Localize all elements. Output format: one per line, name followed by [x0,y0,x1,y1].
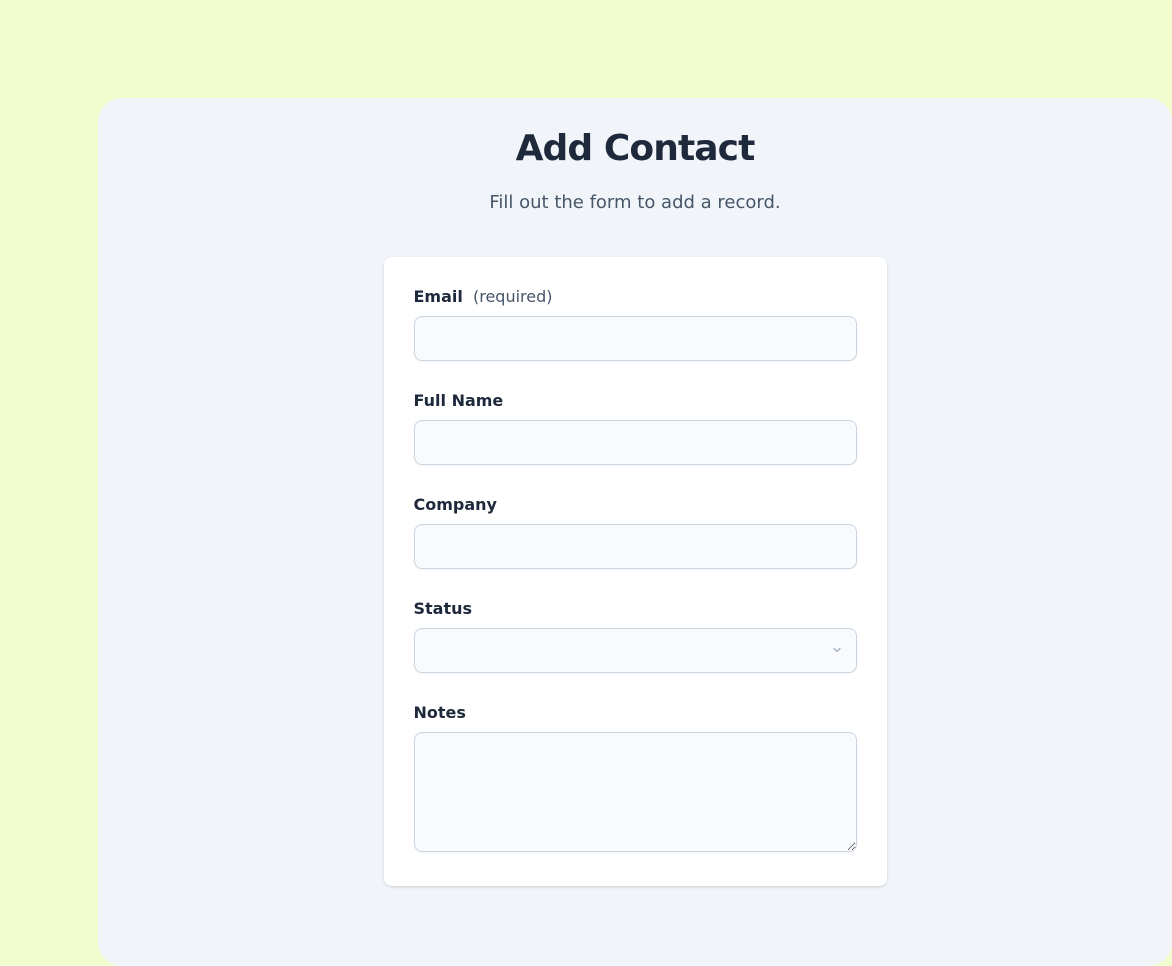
field-notes: Notes [414,703,857,856]
notes-label: Notes [414,703,466,722]
page-subtitle: Fill out the form to add a record. [275,189,995,217]
form-card: Email (required) Full Name Company [384,257,887,886]
status-select[interactable] [414,628,857,673]
field-label-wrapper: Company [414,495,857,514]
field-company: Company [414,495,857,569]
field-label-wrapper: Full Name [414,391,857,410]
full-name-input[interactable] [414,420,857,465]
full-name-label: Full Name [414,391,504,410]
field-status: Status [414,599,857,673]
field-label-wrapper: Email (required) [414,287,857,306]
email-label: Email [414,287,463,306]
main-container: Add Contact Fill out the form to add a r… [98,98,1172,966]
select-wrapper [414,628,857,673]
field-email: Email (required) [414,287,857,361]
status-label: Status [414,599,473,618]
company-input[interactable] [414,524,857,569]
content-wrapper: Add Contact Fill out the form to add a r… [275,126,995,966]
field-label-wrapper: Notes [414,703,857,722]
page-title: Add Contact [275,126,995,173]
notes-textarea[interactable] [414,732,857,852]
email-input[interactable] [414,316,857,361]
company-label: Company [414,495,497,514]
required-indicator: (required) [473,287,553,306]
field-full-name: Full Name [414,391,857,465]
field-label-wrapper: Status [414,599,857,618]
